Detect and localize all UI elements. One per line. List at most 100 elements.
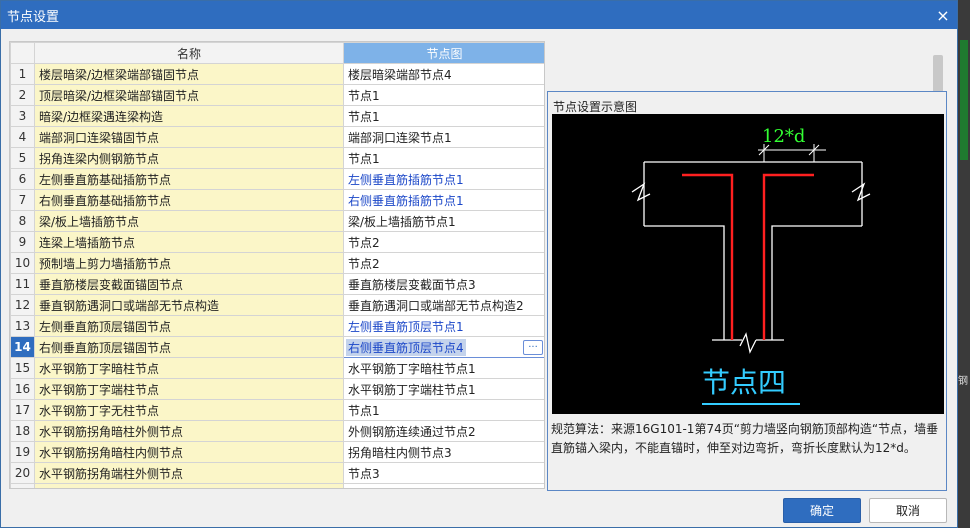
node-value-cell[interactable]: 水平钢筋拐角端柱内侧节点1	[343, 483, 544, 488]
node-value-cell[interactable]: 节点2	[343, 231, 544, 253]
table-row[interactable]: 3 暗梁/边框梁遇连梁构造 节点1	[10, 105, 544, 127]
node-value-cell[interactable]: 垂直筋楼层变截面节点3	[343, 273, 544, 295]
row-number[interactable]: 13	[10, 315, 35, 337]
node-value-cell[interactable]: 左侧垂直筋插筋节点1	[343, 168, 544, 190]
table-row[interactable]: 14 右侧垂直筋顶层锚固节点 右侧垂直筋顶层节点4 ···	[10, 336, 544, 358]
setting-name-cell[interactable]: 左侧垂直筋顶层锚固节点	[34, 315, 344, 337]
node-value-cell[interactable]: 水平钢筋丁字端柱节点1	[343, 378, 544, 400]
setting-name-cell[interactable]: 水平钢筋丁字暗柱节点	[34, 357, 344, 379]
setting-name-cell[interactable]: 暗梁/边框梁遇连梁构造	[34, 105, 344, 127]
preview-title: 节点设置示意图	[553, 100, 638, 114]
row-number[interactable]: 6	[10, 168, 35, 190]
node-value-cell[interactable]: 节点1	[343, 399, 544, 421]
node-value-cell[interactable]: 节点1	[343, 147, 544, 169]
row-number[interactable]: 4	[10, 126, 35, 148]
table-row[interactable]: 9 连梁上墙插筋节点 节点2	[10, 231, 544, 253]
setting-name-cell[interactable]: 梁/板上墙插筋节点	[34, 210, 344, 232]
node-value-cell[interactable]: 端部洞口连梁节点1	[343, 126, 544, 148]
setting-name-cell[interactable]: 连梁上墙插筋节点	[34, 231, 344, 253]
row-number[interactable]: 14	[10, 336, 35, 358]
table-row[interactable]: 6 左侧垂直筋基础插筋节点 左侧垂直筋插筋节点1	[10, 168, 544, 190]
node-value-cell[interactable]: 外侧钢筋连续通过节点2	[343, 420, 544, 442]
setting-name-cell[interactable]: 左侧垂直筋基础插筋节点	[34, 168, 344, 190]
close-icon[interactable]: ×	[929, 1, 957, 29]
break-mark-right	[851, 182, 871, 202]
row-number[interactable]: 5	[10, 147, 35, 169]
row-number[interactable]: 7	[10, 189, 35, 211]
setting-name-cell[interactable]: 水平钢筋丁字无柱节点	[34, 399, 344, 421]
setting-name-cell[interactable]: 右侧垂直筋顶层锚固节点	[34, 336, 344, 358]
setting-name-cell[interactable]: 端部洞口连梁锚固节点	[34, 126, 344, 148]
setting-name-cell[interactable]: 右侧垂直筋基础插筋节点	[34, 189, 344, 211]
table-row[interactable]: 15 水平钢筋丁字暗柱节点 水平钢筋丁字暗柱节点1	[10, 357, 544, 379]
table-row[interactable]: 7 右侧垂直筋基础插筋节点 右侧垂直筋插筋节点1	[10, 189, 544, 211]
cancel-button[interactable]: 取消	[869, 498, 947, 523]
node-value-cell[interactable]: 节点1	[343, 84, 544, 106]
dialog-title: 节点设置	[7, 9, 60, 25]
node-value-cell[interactable]: 水平钢筋丁字暗柱节点1	[343, 357, 544, 379]
column-header-name[interactable]: 名称	[34, 42, 344, 64]
row-number[interactable]: 17	[10, 399, 35, 421]
table-row[interactable]: 11 垂直筋楼层变截面锚固节点 垂直筋楼层变截面节点3	[10, 273, 544, 295]
table-row[interactable]: 13 左侧垂直筋顶层锚固节点 左侧垂直筋顶层节点1	[10, 315, 544, 337]
setting-name-cell[interactable]: 水平钢筋丁字端柱节点	[34, 378, 344, 400]
row-number[interactable]: 19	[10, 441, 35, 463]
row-number[interactable]: 20	[10, 462, 35, 484]
table-row[interactable]: 16 水平钢筋丁字端柱节点 水平钢筋丁字端柱节点1	[10, 378, 544, 400]
setting-name-cell[interactable]: 顶层暗梁/边框梁端部锚固节点	[34, 84, 344, 106]
ok-button[interactable]: 确定	[783, 498, 861, 523]
row-number[interactable]: 3	[10, 105, 35, 127]
row-number[interactable]: 11	[10, 273, 35, 295]
row-number[interactable]: 9	[10, 231, 35, 253]
node-value-cell[interactable]: 节点3	[343, 462, 544, 484]
setting-name-cell[interactable]: 垂直钢筋遇洞口或端部无节点构造	[34, 294, 344, 316]
table-row[interactable]: 18 水平钢筋拐角暗柱外侧节点 外侧钢筋连续通过节点2	[10, 420, 544, 442]
node-edit-text[interactable]: 右侧垂直筋顶层节点4	[346, 338, 466, 356]
row-number[interactable]: 2	[10, 84, 35, 106]
row-number[interactable]: 21	[10, 483, 35, 488]
background-app: 钢	[958, 0, 970, 528]
row-number[interactable]: 10	[10, 252, 35, 274]
node-select-editor[interactable]: 右侧垂直筋顶层节点4 ···	[343, 336, 544, 358]
node-value-cell[interactable]: 垂直筋遇洞口或端部无节点构造2	[343, 294, 544, 316]
table-row[interactable]: 5 拐角连梁内侧钢筋节点 节点1	[10, 147, 544, 169]
table-row[interactable]: 1 楼层暗梁/边框梁端部锚固节点 楼层暗梁端部节点4	[10, 63, 544, 85]
row-number[interactable]: 8	[10, 210, 35, 232]
table-row[interactable]: 20 水平钢筋拐角端柱外侧节点 节点3	[10, 462, 544, 484]
row-number[interactable]: 16	[10, 378, 35, 400]
table-row[interactable]: 10 预制墙上剪力墙插筋节点 节点2	[10, 252, 544, 274]
node-value-cell[interactable]: 梁/板上墙插筋节点1	[343, 210, 544, 232]
setting-name-cell[interactable]: 楼层暗梁/边框梁端部锚固节点	[34, 63, 344, 85]
row-number[interactable]: 12	[10, 294, 35, 316]
setting-name-cell[interactable]: 水平钢筋拐角暗柱内侧节点	[34, 441, 344, 463]
table-row[interactable]: 21水平钢筋拐角端柱内侧节点水平钢筋拐角端柱内侧节点1	[10, 483, 544, 488]
row-number[interactable]: 18	[10, 420, 35, 442]
ellipsis-icon[interactable]: ···	[523, 339, 543, 355]
node-value-cell[interactable]: 拐角暗柱内侧节点3	[343, 441, 544, 463]
table-row[interactable]: 2 顶层暗梁/边框梁端部锚固节点 节点1	[10, 84, 544, 106]
row-number[interactable]: 15	[10, 357, 35, 379]
table-row[interactable]: 8 梁/板上墙插筋节点 梁/板上墙插筋节点1	[10, 210, 544, 232]
table-row[interactable]: 17 水平钢筋丁字无柱节点 节点1	[10, 399, 544, 421]
row-number[interactable]: 1	[10, 63, 35, 85]
setting-name-cell[interactable]: 预制墙上剪力墙插筋节点	[34, 252, 344, 274]
node-value-cell[interactable]: 节点2	[343, 252, 544, 274]
node-value-cell[interactable]: 楼层暗梁端部节点4	[343, 63, 544, 85]
node-edit-box[interactable]: 右侧垂直筋顶层节点4 ···	[346, 338, 543, 357]
setting-name-cell[interactable]: 水平钢筋拐角端柱外侧节点	[34, 462, 344, 484]
setting-name-cell[interactable]: 垂直筋楼层变截面锚固节点	[34, 273, 344, 295]
node-value-cell[interactable]: 节点1	[343, 105, 544, 127]
column-header-node[interactable]: 节点图	[343, 42, 544, 64]
setting-name-cell[interactable]: 水平钢筋拐角暗柱外侧节点	[34, 420, 344, 442]
node-diagram-svg: 12*d 节点四	[631, 126, 871, 405]
setting-name-cell[interactable]: 水平钢筋拐角端柱内侧节点	[34, 483, 344, 488]
rule-description: 规范算法：来源16G101-1第74页“剪力墙竖向钢筋顶部构造“节点，墙垂直筋锚…	[551, 422, 939, 455]
table-header-row: 名称 节点图	[10, 42, 544, 64]
node-value-cell[interactable]: 左侧垂直筋顶层节点1	[343, 315, 544, 337]
table-row[interactable]: 4 端部洞口连梁锚固节点 端部洞口连梁节点1	[10, 126, 544, 148]
preview-scrollbar[interactable]	[933, 55, 943, 93]
node-value-cell[interactable]: 右侧垂直筋插筋节点1	[343, 189, 544, 211]
table-row[interactable]: 19 水平钢筋拐角暗柱内侧节点 拐角暗柱内侧节点3	[10, 441, 544, 463]
table-row[interactable]: 12 垂直钢筋遇洞口或端部无节点构造 垂直筋遇洞口或端部无节点构造2	[10, 294, 544, 316]
setting-name-cell[interactable]: 拐角连梁内侧钢筋节点	[34, 147, 344, 169]
